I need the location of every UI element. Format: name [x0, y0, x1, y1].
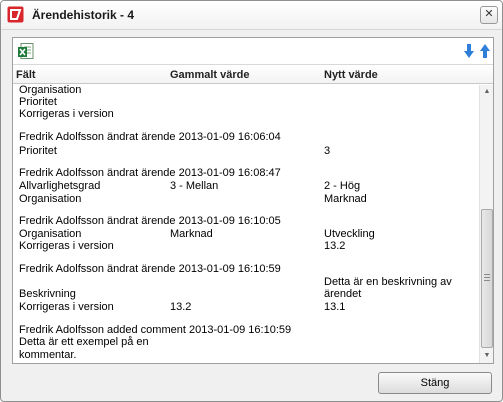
window-title: Ärendehistorik - 4: [32, 8, 135, 22]
scrollbar-thumb[interactable]: [481, 209, 493, 348]
field-cell: Prioritet: [19, 96, 57, 108]
field-cell: Prioritet: [19, 145, 57, 157]
column-header-field[interactable]: Fält: [16, 69, 36, 81]
old-value-cell: 3 - Mellan: [170, 180, 219, 192]
new-value-cell: 13.2: [324, 240, 346, 252]
grip-line: [484, 277, 490, 278]
vertical-scrollbar[interactable]: ▲ ▼: [479, 85, 493, 363]
scroll-down-icon[interactable]: ▼: [480, 349, 493, 363]
comment-text: kommentar.: [19, 349, 77, 361]
column-header-new-value[interactable]: Nytt värde: [324, 69, 378, 81]
close-button[interactable]: ✕: [480, 6, 498, 24]
history-dialog: Ärendehistorik - 4 ✕ Fält Gammalt värde …: [0, 0, 503, 402]
new-value-cell: Marknad: [324, 193, 367, 205]
new-value-cell: Utveckling: [324, 228, 375, 240]
field-cell: Allvarlighetsgrad: [19, 180, 101, 192]
close-dialog-button[interactable]: Stäng: [378, 372, 492, 394]
old-value-cell: Marknad: [170, 228, 213, 240]
column-header-old-value[interactable]: Gammalt värde: [170, 69, 249, 81]
field-cell: Beskrivning: [19, 288, 76, 300]
app-logo-icon: [7, 6, 24, 23]
field-cell: Korrigeras i version: [19, 301, 114, 313]
field-cell: Organisation: [19, 85, 82, 96]
new-value-cell: 13.1: [324, 301, 346, 313]
grip-line: [484, 274, 490, 275]
history-list: Organisation Prioritet Korrigeras i vers…: [13, 85, 493, 363]
excel-export-icon[interactable]: [17, 42, 35, 60]
new-value-cell: 2 - Hög: [324, 180, 361, 192]
change-header: Fredrik Adolfsson ändrat ärende 2013-01-…: [19, 131, 281, 143]
arrow-down-icon[interactable]: [463, 43, 475, 59]
change-header: Fredrik Adolfsson ändrat ärende 2013-01-…: [19, 215, 281, 227]
toolbar: [13, 38, 493, 64]
title-bar: Ärendehistorik - 4 ✕: [1, 1, 502, 30]
arrow-up-icon[interactable]: [479, 43, 491, 59]
field-cell: Organisation: [19, 228, 82, 240]
scroll-up-icon[interactable]: ▲: [480, 85, 493, 99]
comment-text: Detta är ett exempel på en: [19, 336, 149, 348]
change-header: Fredrik Adolfsson ändrat ärende 2013-01-…: [19, 263, 281, 275]
field-cell: Korrigeras i version: [19, 240, 114, 252]
comment-header: Fredrik Adolfsson added comment 2013-01-…: [19, 324, 292, 336]
new-value-cell: 3: [324, 145, 331, 157]
field-cell: Organisation: [19, 193, 82, 205]
close-icon: ✕: [484, 8, 494, 20]
new-value-cell: Detta är en beskrivning av ärendet: [324, 276, 452, 300]
column-header-row: Fält Gammalt värde Nytt värde: [13, 64, 493, 84]
grip-line: [484, 280, 490, 281]
history-panel: Fält Gammalt värde Nytt värde Organisati…: [12, 37, 494, 364]
old-value-cell: 13.2: [170, 301, 192, 313]
field-cell: Korrigeras i version: [19, 108, 114, 120]
change-header: Fredrik Adolfsson ändrat ärende 2013-01-…: [19, 167, 281, 179]
